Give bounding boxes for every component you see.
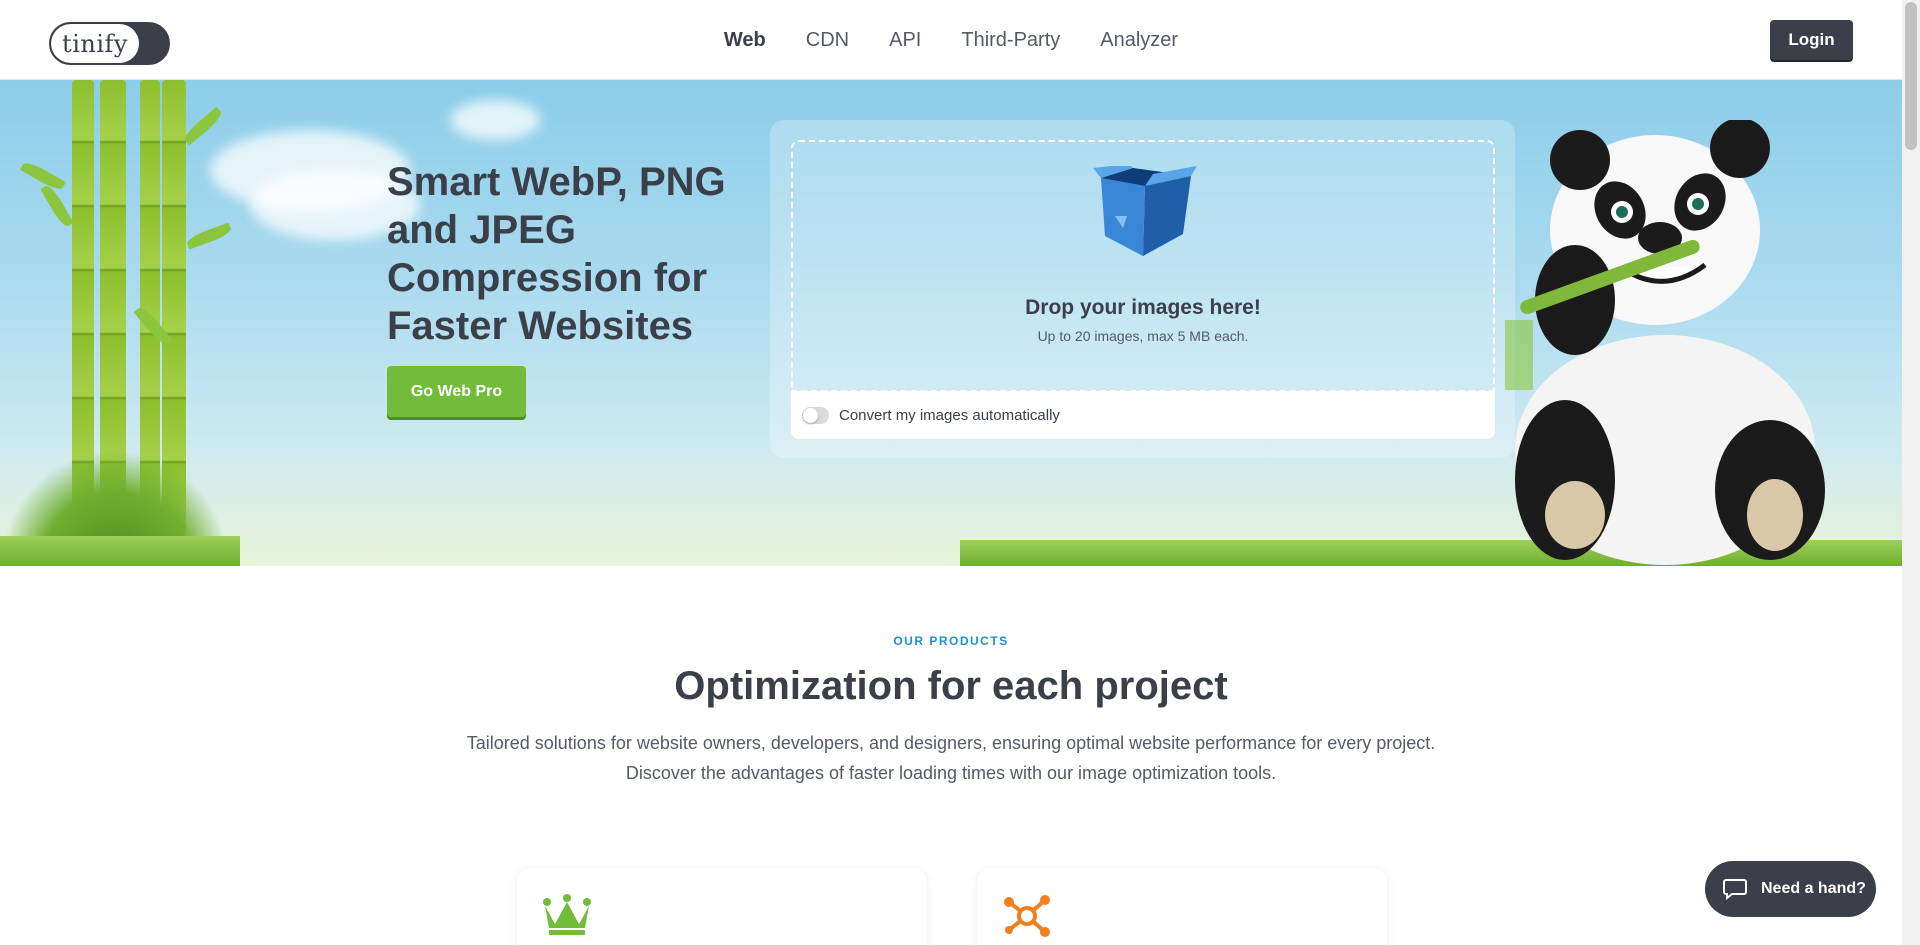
scrollbar-thumb[interactable] <box>1905 2 1917 150</box>
login-button[interactable]: Login <box>1770 20 1853 60</box>
cloud-decoration <box>450 100 540 140</box>
drop-subtitle: Up to 20 images, max 5 MB each. <box>1037 328 1249 344</box>
main-nav: Web CDN API Third-Party Analyzer <box>0 0 1902 80</box>
nav-item-api[interactable]: API <box>869 0 941 80</box>
toggle-knob <box>803 407 818 423</box>
section-eyebrow: OUR PRODUCTS <box>893 634 1009 648</box>
image-drop-zone[interactable]: Drop your images here! Up to 20 images, … <box>791 140 1495 392</box>
drop-title: Drop your images here! <box>1025 296 1261 319</box>
hero-title: Smart WebP, PNG and JPEG Compression for… <box>387 160 726 348</box>
convert-option-bar: Convert my images automatically <box>791 391 1495 439</box>
grass-decoration <box>0 536 240 566</box>
chat-label: Need a hand? <box>1761 880 1866 897</box>
nav-item-web[interactable]: Web <box>704 0 786 80</box>
nav-item-third-party[interactable]: Third-Party <box>941 0 1080 80</box>
convert-label: Convert my images automatically <box>839 406 1060 424</box>
go-web-pro-button[interactable]: Go Web Pro <box>387 366 526 417</box>
help-chat-button[interactable]: Need a hand? <box>1705 861 1876 917</box>
open-box-icon <box>1093 166 1197 256</box>
convert-toggle[interactable] <box>802 406 829 424</box>
product-card-web-pro[interactable] <box>517 868 927 945</box>
network-icon <box>1004 895 1050 937</box>
nav-item-cdn[interactable]: CDN <box>786 0 869 80</box>
site-header: tinify Web CDN API Third-Party Analyzer … <box>0 0 1902 80</box>
panda-mascot-illustration <box>1505 120 1825 565</box>
nav-item-analyzer[interactable]: Analyzer <box>1080 0 1198 80</box>
crown-icon <box>543 894 591 935</box>
section-title: Optimization for each project <box>674 664 1228 708</box>
page-scrollbar[interactable] <box>1902 0 1920 945</box>
chat-bubble-icon <box>1723 879 1747 900</box>
section-description: Tailored solutions for website owners, d… <box>466 733 1436 783</box>
product-card-developer-api[interactable] <box>977 868 1387 945</box>
